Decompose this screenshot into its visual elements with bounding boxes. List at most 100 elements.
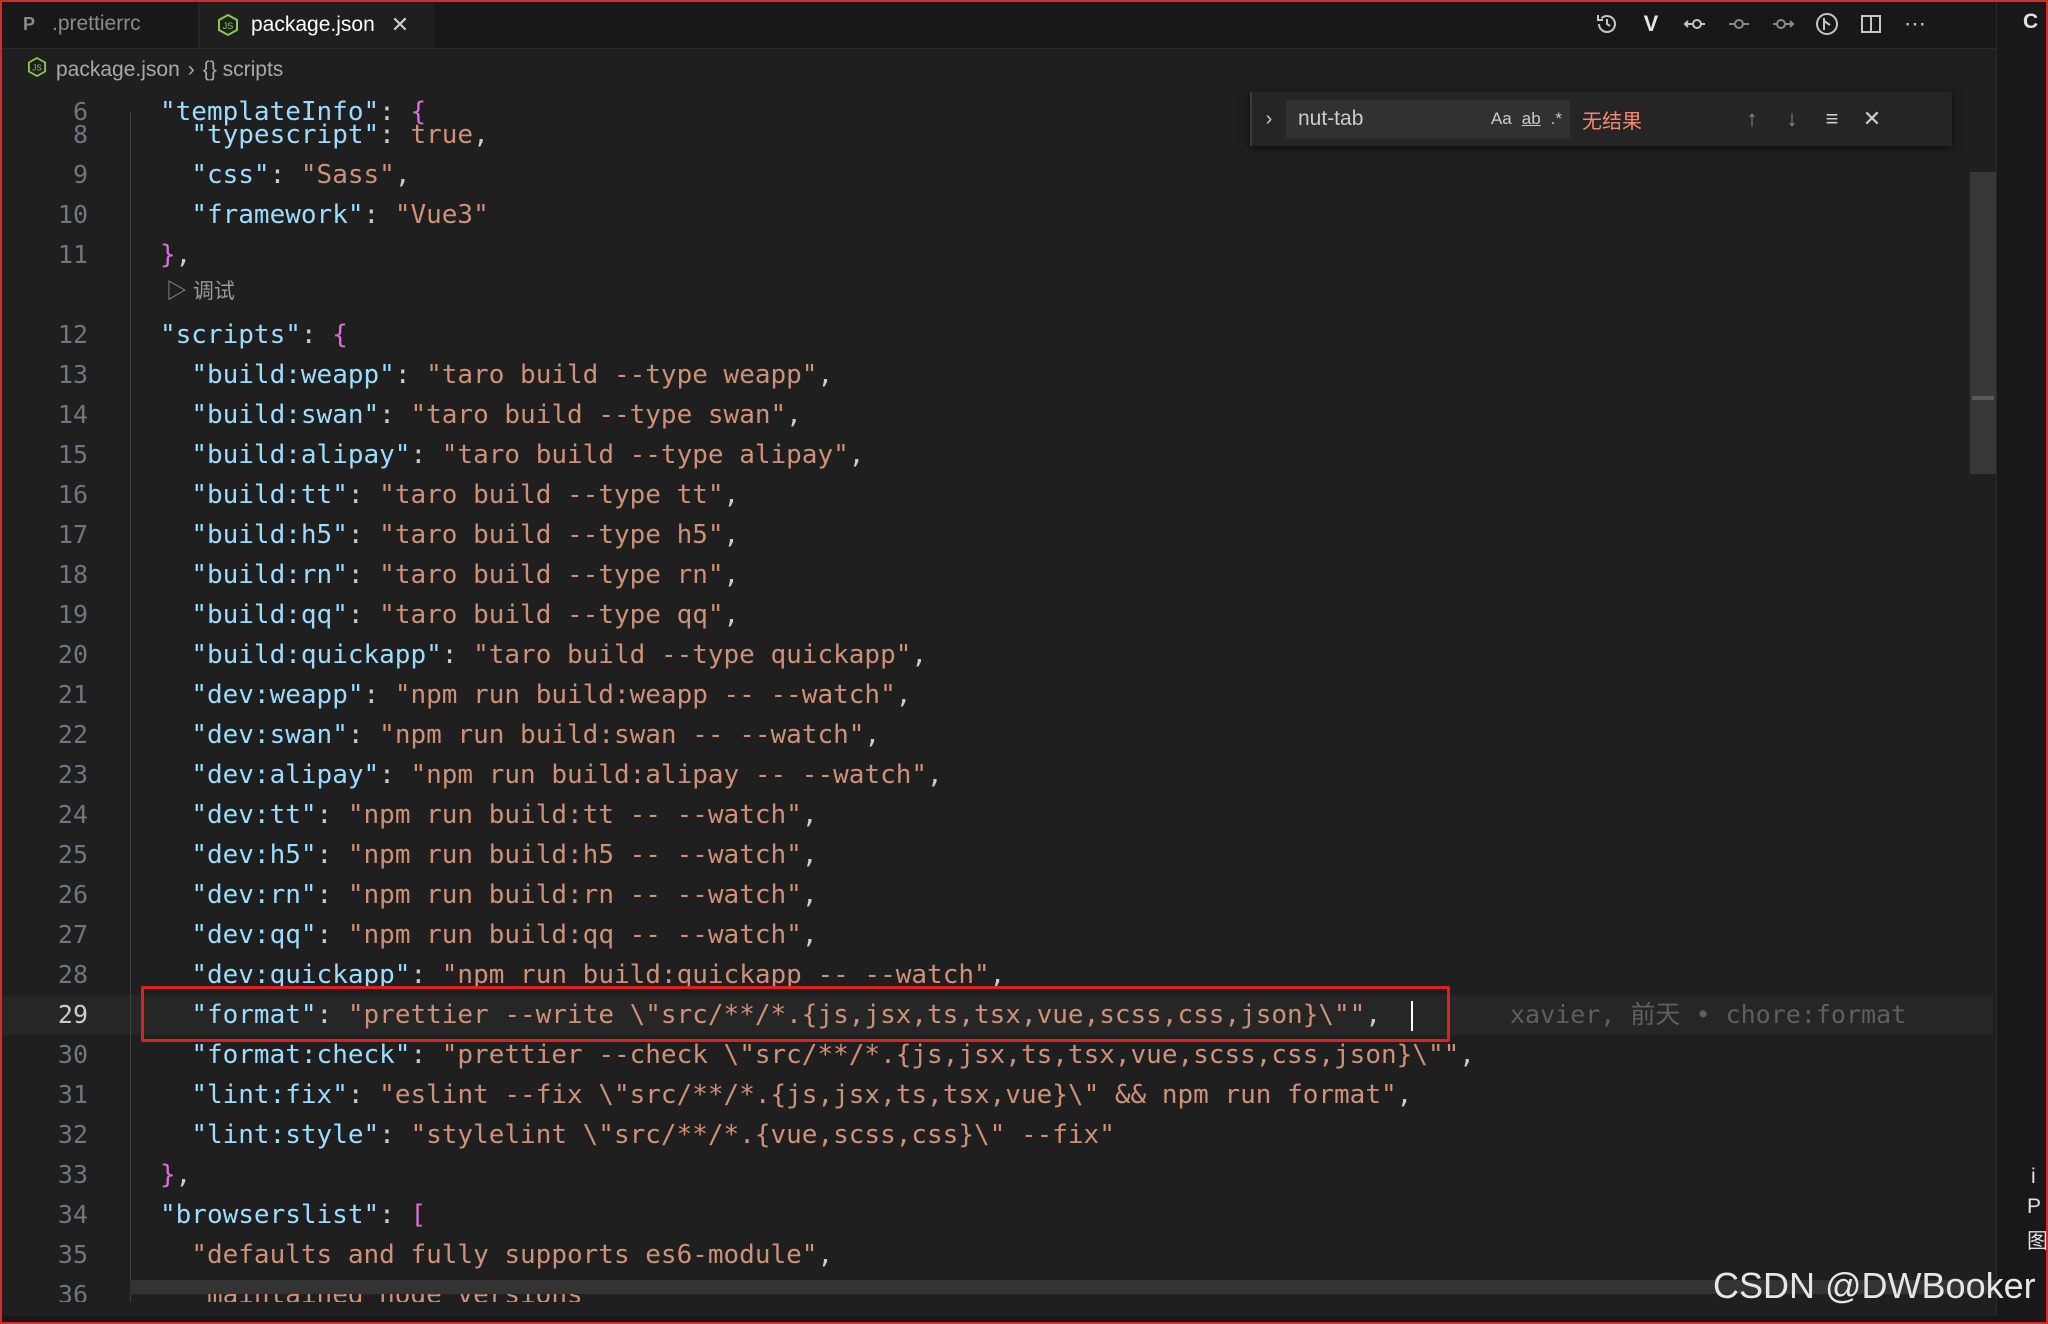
breadcrumb-file[interactable]: package.json bbox=[56, 58, 180, 82]
code-line[interactable]: 10 "framework": "Vue3" bbox=[0, 195, 1996, 235]
line-number: 14 bbox=[57, 400, 88, 429]
tab-bar: P .prettierrc JS package.json ✕ V ⋯ bbox=[0, 0, 1996, 49]
code-text: "css": "Sass", bbox=[191, 160, 411, 190]
code-line[interactable]: 24 "dev:tt": "npm run build:tt -- --watc… bbox=[0, 795, 1996, 835]
line-number: 20 bbox=[57, 640, 88, 669]
code-line[interactable]: 30 "format:check": "prettier --check \"s… bbox=[0, 1035, 1996, 1075]
tab-label: package.json bbox=[251, 13, 375, 36]
gitlens-icon[interactable] bbox=[1814, 11, 1840, 37]
line-number: 22 bbox=[57, 720, 88, 749]
code-line[interactable]: 19 "build:qq": "taro build --type qq", bbox=[0, 595, 1996, 635]
code-text: "format": "prettier --write \"src/**/*.{… bbox=[191, 1000, 1381, 1030]
vue-icon[interactable]: V bbox=[1638, 11, 1664, 37]
code-text: "dev:weapp": "npm run build:weapp -- --w… bbox=[191, 680, 912, 710]
line-number: 24 bbox=[57, 800, 88, 829]
close-icon[interactable]: ✕ bbox=[1852, 106, 1892, 132]
code-text: "build:weapp": "taro build --type weapp"… bbox=[191, 360, 834, 390]
code-line[interactable]: 17 "build:h5": "taro build --type h5", bbox=[0, 515, 1996, 555]
line-number: 25 bbox=[57, 840, 88, 869]
code-line[interactable]: 27 "dev:qq": "npm run build:qq -- --watc… bbox=[0, 915, 1996, 955]
line-number: 21 bbox=[57, 680, 88, 709]
code-line[interactable]: 12 "scripts": { bbox=[0, 315, 1996, 355]
code-line[interactable]: 21 "dev:weapp": "npm run build:weapp -- … bbox=[0, 675, 1996, 715]
right-panel: C i P 图 bbox=[1996, 0, 2048, 1324]
line-number: 35 bbox=[57, 1240, 88, 1269]
line-number: 13 bbox=[57, 360, 88, 389]
code-line[interactable]: 34 "browserslist": [ bbox=[0, 1195, 1996, 1235]
match-case-toggle[interactable]: Aa bbox=[1491, 109, 1512, 129]
line-number: 36 bbox=[57, 1280, 88, 1302]
code-text: "dev:rn": "npm run build:rn -- --watch", bbox=[191, 880, 818, 910]
code-line[interactable]: 22 "dev:swan": "npm run build:swan -- --… bbox=[0, 715, 1996, 755]
line-number: 28 bbox=[57, 960, 88, 989]
code-text: "build:alipay": "taro build --type alipa… bbox=[191, 440, 865, 470]
line-number: 31 bbox=[57, 1080, 88, 1109]
regex-toggle[interactable]: .* bbox=[1551, 109, 1562, 129]
line-number: 34 bbox=[57, 1200, 88, 1229]
editor-toolbar: V ⋯ bbox=[1594, 0, 1928, 48]
svg-text:JS: JS bbox=[223, 21, 234, 31]
code-line[interactable]: 13 "build:weapp": "taro build --type wea… bbox=[0, 355, 1996, 395]
vertical-scrollbar[interactable] bbox=[1970, 172, 1996, 474]
find-input[interactable]: nut-tab Aa ab .* bbox=[1286, 100, 1570, 138]
line-number: 8 bbox=[72, 120, 88, 149]
code-text: "dev:h5": "npm run build:h5 -- --watch", bbox=[191, 840, 818, 870]
code-text: "build:quickapp": "taro build --type qui… bbox=[191, 640, 928, 670]
code-line[interactable]: 15 "build:alipay": "taro build --type al… bbox=[0, 435, 1996, 475]
line-number: 16 bbox=[57, 480, 88, 509]
code-line[interactable]: 9 "css": "Sass", bbox=[0, 155, 1996, 195]
arrow-up-icon[interactable]: ↑ bbox=[1732, 106, 1772, 132]
git-commit-icon[interactable] bbox=[1726, 11, 1752, 37]
code-line[interactable]: 33}, bbox=[0, 1155, 1996, 1195]
codelens-debug[interactable]: ▷ 调试 bbox=[166, 275, 235, 309]
history-icon[interactable] bbox=[1594, 11, 1620, 37]
git-back-icon[interactable] bbox=[1682, 11, 1708, 37]
play-icon: ▷ bbox=[166, 280, 193, 303]
code-text: "dev:qq": "npm run build:qq -- --watch", bbox=[191, 920, 818, 950]
right-panel-label: i bbox=[2031, 1165, 2036, 1188]
line-number: 30 bbox=[57, 1040, 88, 1069]
tab-package-json[interactable]: JS package.json ✕ bbox=[199, 0, 435, 48]
code-text: "build:swan": "taro build --type swan", bbox=[191, 400, 802, 430]
code-text: "lint:fix": "eslint --fix \"src/**/*.{js… bbox=[191, 1080, 1413, 1110]
arrow-down-icon[interactable]: ↓ bbox=[1772, 106, 1812, 132]
line-number: 15 bbox=[57, 440, 88, 469]
code-line[interactable]: 31 "lint:fix": "eslint --fix \"src/**/*.… bbox=[0, 1075, 1996, 1115]
split-editor-icon[interactable] bbox=[1858, 11, 1884, 37]
find-in-selection-icon[interactable]: ≡ bbox=[1812, 106, 1852, 132]
git-forward-icon[interactable] bbox=[1770, 11, 1796, 37]
code-text: "browserslist": [ bbox=[160, 1200, 427, 1230]
more-actions-icon[interactable]: ⋯ bbox=[1902, 11, 1928, 37]
tab-prettierrc[interactable]: P .prettierrc bbox=[0, 0, 199, 48]
chevron-right-icon[interactable]: › bbox=[1252, 108, 1286, 131]
code-line[interactable]: 14 "build:swan": "taro build --type swan… bbox=[0, 395, 1996, 435]
code-line[interactable]: 28 "dev:quickapp": "npm run build:quicka… bbox=[0, 955, 1996, 995]
code-editor[interactable]: ▷ 调试 6 "templateInfo": {8 "typescript": t… bbox=[0, 92, 1996, 1302]
code-line[interactable]: 26 "dev:rn": "npm run build:rn -- --watc… bbox=[0, 875, 1996, 915]
code-text: "dev:alipay": "npm run build:alipay -- -… bbox=[191, 760, 943, 790]
line-number: 23 bbox=[57, 760, 88, 789]
find-widget: › nut-tab Aa ab .* 无结果 ↑ ↓ ≡ ✕ bbox=[1250, 92, 1952, 146]
line-number: 29 bbox=[57, 1000, 88, 1029]
code-line[interactable]: 11}, bbox=[0, 235, 1996, 275]
code-line[interactable]: 35 "defaults and fully supports es6-modu… bbox=[0, 1235, 1996, 1275]
breadcrumb-symbol[interactable]: {} scripts bbox=[203, 58, 284, 82]
nodejs-icon: JS bbox=[28, 56, 46, 83]
code-text: "format:check": "prettier --check \"src/… bbox=[191, 1040, 1475, 1070]
code-line[interactable]: 16 "build:tt": "taro build --type tt", bbox=[0, 475, 1996, 515]
code-line[interactable]: 29 "format": "prettier --write \"src/**/… bbox=[0, 995, 1993, 1035]
code-line[interactable]: 18 "build:rn": "taro build --type rn", bbox=[0, 555, 1996, 595]
close-icon[interactable]: ✕ bbox=[391, 12, 409, 38]
line-number: 33 bbox=[57, 1160, 88, 1189]
code-line[interactable]: 25 "dev:h5": "npm run build:h5 -- --watc… bbox=[0, 835, 1996, 875]
code-line[interactable]: 20 "build:quickapp": "taro build --type … bbox=[0, 635, 1996, 675]
code-line[interactable]: 32 "lint:style": "stylelint \"src/**/*.{… bbox=[0, 1115, 1996, 1155]
code-text: "dev:quickapp": "npm run build:quickapp … bbox=[191, 960, 1006, 990]
code-text: "typescript": true, bbox=[191, 120, 489, 150]
code-text: "framework": "Vue3" bbox=[191, 200, 489, 230]
line-number: 32 bbox=[57, 1120, 88, 1149]
code-line[interactable]: 23 "dev:alipay": "npm run build:alipay -… bbox=[0, 755, 1996, 795]
find-no-results: 无结果 bbox=[1582, 110, 1642, 133]
line-number: 11 bbox=[57, 240, 88, 269]
whole-word-toggle[interactable]: ab bbox=[1522, 109, 1541, 129]
